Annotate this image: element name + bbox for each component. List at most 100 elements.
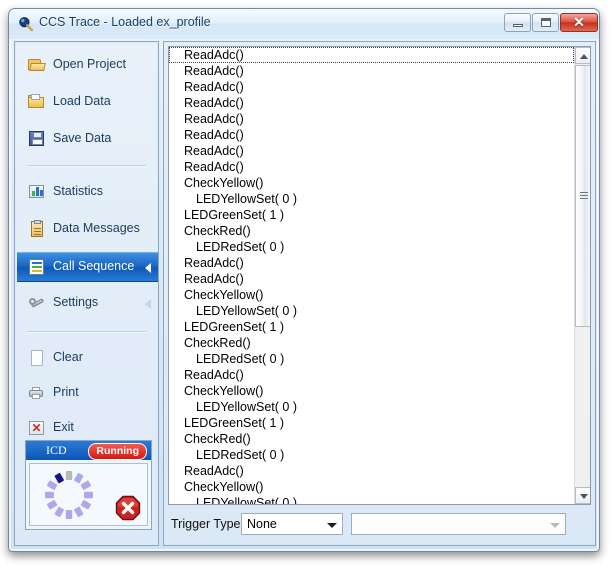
list-item[interactable]: LEDGreenSet( 1 ) (169, 319, 574, 335)
list-item[interactable]: ReadAdc() (169, 367, 574, 383)
list-item[interactable]: LEDYellowSet( 0 ) (169, 399, 574, 415)
client-area: Open Project Load Data Save Data Statist… (14, 39, 596, 548)
list-item[interactable]: ReadAdc() (169, 127, 574, 143)
sidebar-item-data-messages[interactable]: Data Messages (17, 215, 158, 243)
sidebar-item-label: Clear (53, 350, 83, 364)
list-item[interactable]: CheckRed() (169, 223, 574, 239)
sidebar-item-settings[interactable]: Settings (17, 289, 158, 317)
list-item[interactable]: CheckYellow() (169, 175, 574, 191)
sidebar-item-label: Call Sequence (53, 259, 135, 273)
scroll-down-button[interactable] (575, 487, 590, 504)
list-item[interactable]: ReadAdc() (169, 47, 574, 63)
list-sequence-icon (28, 258, 46, 276)
icd-title: ICD (46, 443, 67, 457)
list-item[interactable]: LEDGreenSet( 1 ) (169, 207, 574, 223)
sidebar-item-label: Save Data (53, 131, 112, 145)
maximize-icon (541, 18, 551, 27)
stop-octagon-icon[interactable] (115, 495, 141, 521)
list-item[interactable]: ReadAdc() (169, 255, 574, 271)
chevron-left-icon (145, 299, 151, 309)
title-bar: CCS Trace - Loaded ex_profile ✕ (9, 9, 599, 39)
maximize-button[interactable] (532, 13, 559, 32)
list-item[interactable]: ReadAdc() (169, 271, 574, 287)
trigger-bar: Trigger Type: None (165, 506, 594, 544)
list-item[interactable]: ReadAdc() (169, 463, 574, 479)
list-item[interactable]: LEDYellowSet( 0 ) (169, 191, 574, 207)
list-item[interactable]: ReadAdc() (169, 63, 574, 79)
list-item[interactable]: ReadAdc() (169, 95, 574, 111)
list-item[interactable]: ReadAdc() (169, 111, 574, 127)
list-item[interactable]: LEDYellowSet( 0 ) (169, 495, 574, 504)
sidebar-item-exit[interactable]: ✕ Exit (17, 414, 158, 442)
open-folder-icon (28, 56, 46, 74)
sidebar-item-print[interactable]: Print (17, 379, 158, 407)
sidebar-item-open-project[interactable]: Open Project (17, 51, 158, 79)
bar-chart-icon (28, 183, 46, 201)
loading-spinner-icon (42, 468, 96, 522)
list-item[interactable]: LEDGreenSet( 1 ) (169, 415, 574, 431)
scroll-up-button[interactable] (575, 47, 590, 64)
call-sequence-listbox[interactable]: ReadAdc() ReadAdc() ReadAdc() ReadAdc() Read… (168, 46, 591, 505)
trigger-type-value: None (247, 517, 277, 531)
scroll-down-arrow-icon (580, 494, 588, 499)
list-item[interactable]: ReadAdc() (169, 79, 574, 95)
chevron-down-icon[interactable] (323, 515, 341, 533)
trigger-target-select[interactable] (351, 513, 566, 535)
list-item[interactable]: ReadAdc() (169, 143, 574, 159)
sidebar-item-label: Open Project (53, 57, 126, 71)
call-sequence-panel: ReadAdc() ReadAdc() ReadAdc() ReadAdc() Read… (163, 41, 596, 546)
list-item[interactable]: CheckYellow() (169, 479, 574, 495)
status-badge: Running (88, 443, 147, 460)
icd-panel: ICD Running (25, 440, 152, 530)
sidebar-item-statistics[interactable]: Statistics (17, 178, 158, 206)
list-item[interactable]: LEDRedSet( 0 ) (169, 239, 574, 255)
icd-panel-header: ICD Running (26, 441, 151, 460)
chevron-down-icon[interactable] (546, 515, 564, 533)
call-sequence-list: ReadAdc() ReadAdc() ReadAdc() ReadAdc() Read… (169, 47, 574, 504)
list-item[interactable]: ReadAdc() (169, 159, 574, 175)
sidebar: Open Project Load Data Save Data Statist… (14, 41, 159, 546)
scroll-thumb-grip-icon (580, 192, 588, 200)
sidebar-item-label: Data Messages (53, 221, 140, 235)
list-item[interactable]: LEDRedSet( 0 ) (169, 447, 574, 463)
red-x-exit-icon: ✕ (28, 419, 46, 437)
blank-page-icon (28, 349, 46, 367)
sidebar-item-label: Print (53, 385, 79, 399)
icd-panel-body (29, 463, 148, 526)
sidebar-item-label: Exit (53, 420, 74, 434)
scrollbar-thumb[interactable] (575, 65, 590, 327)
trigger-type-label: Trigger Type: (171, 517, 244, 531)
trigger-type-select[interactable]: None (241, 513, 343, 535)
list-item[interactable]: CheckYellow() (169, 287, 574, 303)
minimize-icon (513, 24, 523, 27)
list-item[interactable]: CheckRed() (169, 335, 574, 351)
sidebar-item-call-sequence[interactable]: Call Sequence (17, 252, 158, 282)
close-icon: ✕ (573, 14, 585, 30)
sidebar-item-label: Load Data (53, 94, 111, 108)
sidebar-item-label: Statistics (53, 184, 104, 198)
folder-icon (28, 93, 46, 111)
window-title: CCS Trace - Loaded ex_profile (39, 15, 211, 29)
close-button[interactable]: ✕ (560, 13, 598, 32)
sidebar-item-save-data[interactable]: Save Data (17, 125, 158, 153)
list-item[interactable]: LEDRedSet( 0 ) (169, 351, 574, 367)
sidebar-divider-1 (28, 165, 146, 167)
sidebar-item-label: Settings (53, 295, 99, 309)
chevron-left-icon (145, 263, 151, 273)
list-item[interactable]: LEDYellowSet( 0 ) (169, 303, 574, 319)
clipboard-icon (28, 220, 46, 238)
sidebar-divider-2 (28, 331, 146, 333)
list-item[interactable]: CheckYellow() (169, 383, 574, 399)
floppy-save-icon (28, 130, 46, 148)
list-item[interactable]: CheckRed() (169, 431, 574, 447)
wrench-icon (28, 294, 46, 312)
scroll-up-arrow-icon (580, 54, 588, 59)
sidebar-inner: Open Project Load Data Save Data Statist… (16, 43, 158, 544)
sidebar-item-clear[interactable]: Clear (17, 344, 158, 372)
printer-icon (28, 384, 46, 402)
minimize-button[interactable] (504, 13, 531, 32)
vertical-scrollbar[interactable] (574, 47, 590, 504)
application-window: CCS Trace - Loaded ex_profile ✕ Open Pro… (8, 8, 600, 552)
sidebar-item-load-data[interactable]: Load Data (17, 88, 158, 116)
magnifier-icon (18, 16, 34, 32)
